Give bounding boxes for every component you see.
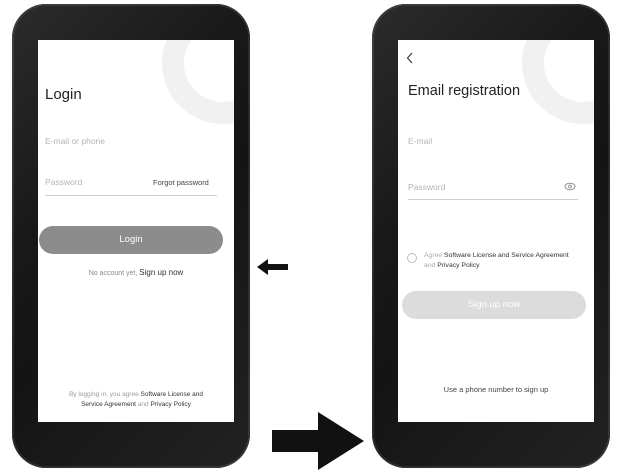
footer-privacy-link[interactable]: Privacy Policy (150, 401, 190, 408)
footer-and: and (137, 401, 149, 408)
login-phone-frame: Login E-mail or phone Password Forgot pa… (12, 4, 250, 468)
sign-up-prompt: No account yet, Sign up now (38, 268, 234, 277)
email-input[interactable]: E-mail (408, 136, 432, 146)
footer-license-link[interactable]: Software License and (141, 391, 204, 398)
chevron-left-icon[interactable] (406, 52, 414, 64)
decorative-arc (162, 40, 234, 124)
no-account-text: No account yet, (88, 270, 138, 277)
email-or-phone-input[interactable]: E-mail or phone (45, 136, 105, 146)
login-title: Login (45, 86, 82, 103)
sign-up-button[interactable]: Sign up now (402, 291, 586, 319)
agree-prefix: Agree (424, 252, 443, 259)
phone-signup-link[interactable]: Use a phone number to sign up (398, 385, 594, 394)
sign-up-button-label: Sign up now (467, 299, 521, 310)
agree-privacy-link[interactable]: Privacy Policy (437, 262, 479, 269)
login-footer-terms: By logging in, you agree Software Licens… (38, 390, 234, 410)
password-underline (45, 195, 217, 196)
registration-password-underline (408, 199, 578, 200)
login-button-label: Login (119, 234, 143, 245)
agree-radio[interactable] (407, 253, 417, 263)
forgot-password-link[interactable]: Forgot password (153, 178, 209, 187)
footer-prefix: By logging in, you agree (68, 391, 139, 398)
arrow-left-icon (257, 259, 288, 275)
agree-and: and (424, 262, 436, 269)
decorative-arc (522, 40, 594, 124)
agreement-text: Agree Software License and Service Agree… (424, 251, 594, 271)
login-button[interactable]: Login (39, 226, 223, 254)
registration-phone-frame: Email registration E-mail Password Agree… (372, 4, 610, 468)
registration-password-input[interactable]: Password (408, 182, 445, 192)
registration-title: Email registration (408, 83, 521, 99)
eye-icon[interactable] (564, 182, 576, 191)
agree-license-link[interactable]: Software License and Service Agreement (444, 252, 569, 259)
footer-license-link-2[interactable]: Service Agreement (81, 401, 136, 408)
password-input[interactable]: Password (45, 177, 82, 187)
arrow-right-icon (272, 412, 364, 470)
registration-screen: Email registration E-mail Password Agree… (398, 40, 594, 422)
login-screen: Login E-mail or phone Password Forgot pa… (38, 40, 234, 422)
sign-up-now-link[interactable]: Sign up now (139, 268, 183, 277)
